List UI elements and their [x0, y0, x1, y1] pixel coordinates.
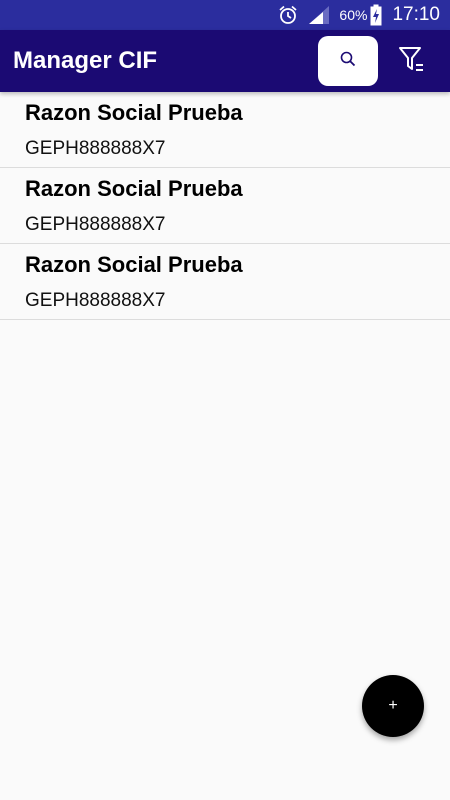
app-bar: Manager CIF — [0, 30, 450, 92]
item-subtitle: GEPH888888X7 — [25, 290, 166, 311]
page-title: Manager CIF — [13, 47, 158, 74]
battery-charging-icon — [370, 4, 382, 26]
list-item[interactable]: Razon Social Prueba GEPH888888X7 — [0, 92, 450, 168]
item-subtitle: GEPH888888X7 — [25, 214, 166, 235]
alarm-icon — [277, 4, 299, 26]
status-time: 17:10 — [392, 4, 440, 25]
status-bar: 60% 17:10 — [0, 0, 450, 30]
item-title: Razon Social Prueba — [25, 100, 243, 125]
signal-icon — [307, 4, 331, 26]
add-label: + — [388, 697, 398, 714]
list-item[interactable]: Razon Social Prueba GEPH888888X7 — [0, 168, 450, 244]
list-item[interactable]: Razon Social Prueba GEPH888888X7 — [0, 244, 450, 320]
item-title: Razon Social Prueba — [25, 176, 243, 201]
filter-button[interactable] — [392, 41, 432, 81]
item-title: Razon Social Prueba — [25, 252, 243, 277]
search-icon — [339, 50, 357, 73]
company-list: Razon Social Prueba GEPH888888X7 Razon S… — [0, 92, 450, 320]
filter-icon — [397, 44, 427, 79]
add-button[interactable]: + — [362, 675, 424, 737]
item-subtitle: GEPH888888X7 — [25, 138, 166, 159]
battery-percent: 60% — [339, 7, 368, 23]
search-button[interactable] — [318, 36, 378, 86]
